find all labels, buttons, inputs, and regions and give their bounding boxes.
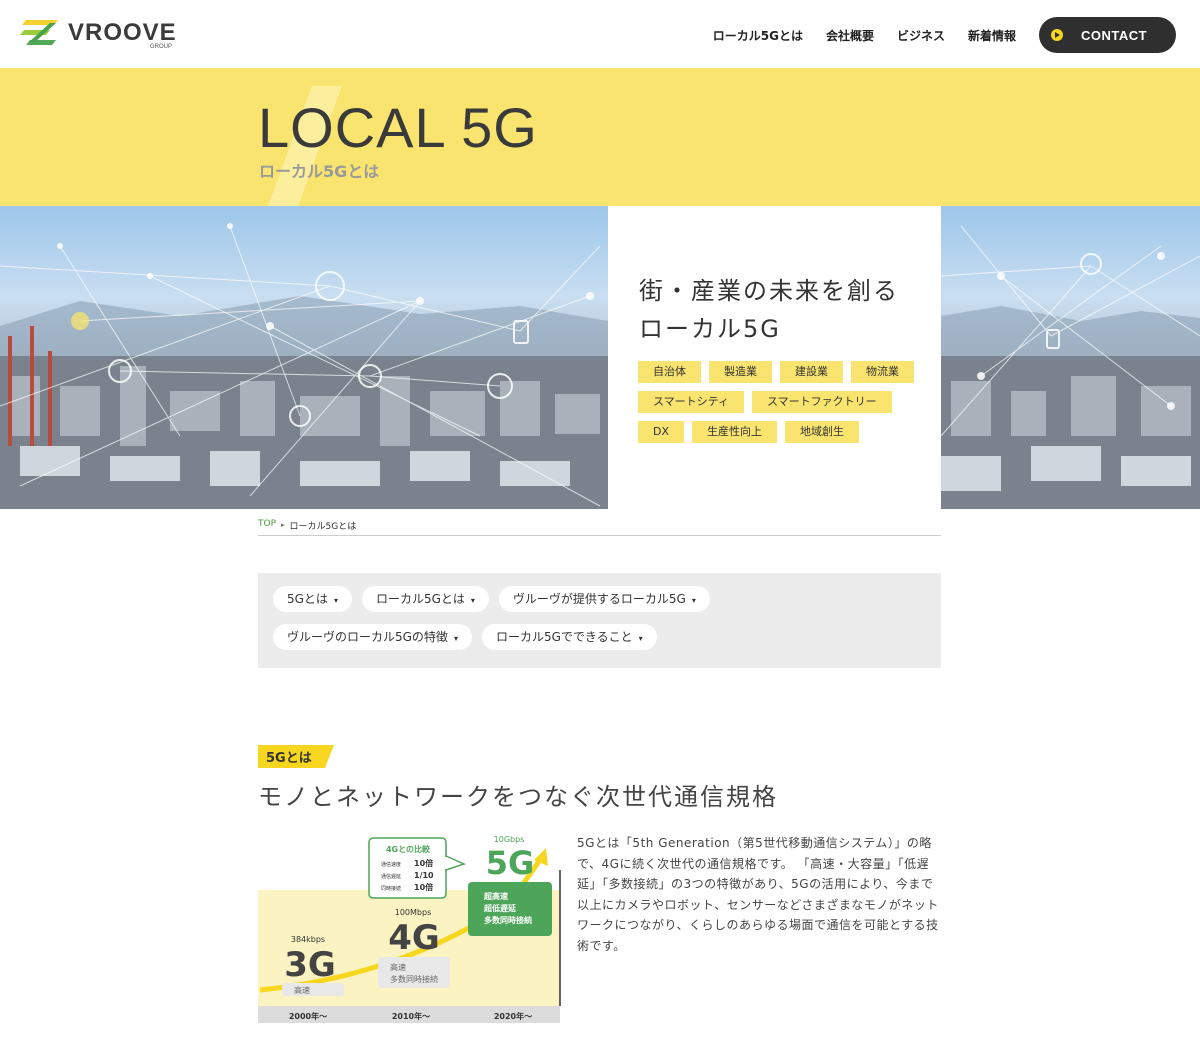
tag-manufacturing: 製造業: [709, 361, 772, 383]
section-body-text: 5Gとは「5th Generation（第5世代移動通信システム）」の略で、4G…: [577, 836, 939, 953]
anchor-label: ヴルーヴのローカル5Gの特徴: [287, 630, 448, 644]
site-header: VROOVE GROUP ローカル5Gとは 会社概要 ビジネス 新着情報 CON…: [0, 0, 1200, 68]
gen-name: 5G: [486, 844, 535, 882]
section-label: 5Gとは: [258, 745, 334, 768]
page-title-band: LOCAL 5G ローカル5Gとは: [0, 68, 1200, 206]
logo-mark-icon: [20, 18, 60, 48]
main-nav: ローカル5Gとは 会社概要 ビジネス 新着情報 CONTACT: [713, 17, 1176, 53]
hero-city-network-image-right: [941, 206, 1200, 509]
hero-heading-line1: 街・産業の未来を創る: [639, 277, 899, 305]
generation-diagram: 2000年〜 2010年〜 2020年〜 384kbps 3G 高速 100Mb…: [258, 830, 562, 1025]
gen-feature: 超低遅延: [483, 903, 517, 913]
tag-productivity: 生産性向上: [692, 421, 778, 443]
gen-feature: 高速: [294, 985, 310, 995]
gen-feature: 超高速: [483, 891, 508, 901]
breadcrumb: TOP ▸ ローカル5Gとは: [258, 519, 941, 536]
compare-row-label: 同時接続: [381, 885, 401, 892]
hero-city-network-image: [0, 206, 608, 509]
tag-logistics: 物流業: [851, 361, 914, 383]
anchor-what-is-5g[interactable]: 5Gとは ▾: [273, 586, 352, 612]
nav-item-company[interactable]: 会社概要: [826, 27, 874, 44]
compare-row-label: 通信遅延: [381, 873, 401, 880]
anchor-label: ローカル5Gでできること: [495, 630, 633, 644]
contact-label: CONTACT: [1081, 27, 1148, 43]
anchor-use-cases[interactable]: ローカル5Gでできること ▾: [481, 624, 657, 650]
gen-speed: 100Mbps: [395, 908, 432, 917]
breadcrumb-current: ローカル5Gとは: [289, 522, 357, 532]
page-title: LOCAL 5G: [258, 96, 538, 159]
nav-item-business[interactable]: ビジネス: [897, 27, 945, 44]
compare-title: 4Gとの比較: [386, 844, 431, 854]
compare-row-value: 10倍: [414, 882, 433, 892]
tag-dx: DX: [638, 421, 685, 443]
section-label-text: 5Gとは: [266, 751, 312, 766]
compare-row-value: 1/10: [414, 871, 434, 880]
gen-feature: 多数同時接続: [484, 915, 532, 925]
anchor-what-is-local5g[interactable]: ローカル5Gとは ▾: [361, 586, 489, 612]
breadcrumb-top-link[interactable]: TOP: [258, 519, 276, 529]
nav-item-local5g[interactable]: ローカル5Gとは: [713, 27, 803, 44]
page-subtitle: ローカル5Gとは: [259, 162, 380, 181]
tag-local-government: 自治体: [638, 361, 701, 383]
caret-down-icon: ▾: [638, 634, 643, 643]
hero-card: 街・産業の未来を創る ローカル5G 自治体 製造業 建設業 物流業 スマートシテ…: [608, 206, 941, 509]
tag-smart-city: スマートシティ: [638, 391, 745, 413]
hero-heading: 街・産業の未来を創る ローカル5G: [639, 272, 899, 348]
anchor-label: ローカル5Gとは: [375, 592, 465, 606]
logo-sub: GROUP: [150, 44, 173, 50]
industry-tags: 自治体 製造業 建設業 物流業 スマートシティ スマートファクトリー DX 生産…: [638, 361, 928, 451]
tag-smart-factory: スマートファクトリー: [752, 391, 892, 413]
caret-down-icon: ▾: [333, 596, 338, 605]
nav-item-news[interactable]: 新着情報: [968, 27, 1016, 44]
gen-name: 3G: [284, 945, 336, 985]
breadcrumb-arrow-icon: ▸: [281, 521, 285, 529]
era-label: 2000年〜: [289, 1011, 327, 1021]
compare-row-value: 10倍: [414, 858, 433, 868]
play-icon: [1051, 29, 1063, 41]
era-label: 2010年〜: [392, 1011, 430, 1021]
gen-feature: 高速: [390, 962, 406, 972]
anchor-features[interactable]: ヴルーヴのローカル5Gの特徴 ▾: [273, 624, 472, 650]
caret-down-icon: ▾: [470, 596, 475, 605]
section-title: モノとネットワークをつなぐ次世代通信規格: [258, 783, 778, 811]
gen-feature: 多数同時接続: [390, 974, 438, 984]
caret-down-icon: ▾: [691, 596, 696, 605]
logo-text: VROOVE: [68, 19, 177, 46]
caret-down-icon: ▾: [453, 634, 458, 643]
anchor-label: 5Gとは: [287, 592, 328, 606]
contact-button[interactable]: CONTACT: [1039, 17, 1176, 53]
gen-speed: 384kbps: [291, 935, 325, 944]
page-anchor-nav: 5Gとは ▾ ローカル5Gとは ▾ ヴルーヴが提供するローカル5G ▾ ヴルーヴのロー…: [258, 573, 941, 668]
hero: 街・産業の未来を創る ローカル5G 自治体 製造業 建設業 物流業 スマートシテ…: [0, 206, 1200, 509]
tag-construction: 建設業: [780, 361, 843, 383]
anchor-label: ヴルーヴが提供するローカル5G: [512, 592, 686, 606]
gen-name: 4G: [388, 918, 440, 958]
compare-row-label: 通信速度: [381, 861, 401, 868]
tag-regional-revitalization: 地域創生: [785, 421, 860, 443]
gen-speed: 10Gbps: [494, 835, 525, 844]
hero-heading-line2: ローカル5G: [639, 315, 781, 343]
era-label: 2020年〜: [494, 1011, 532, 1021]
anchor-vroove-local5g[interactable]: ヴルーヴが提供するローカル5G ▾: [498, 586, 710, 612]
